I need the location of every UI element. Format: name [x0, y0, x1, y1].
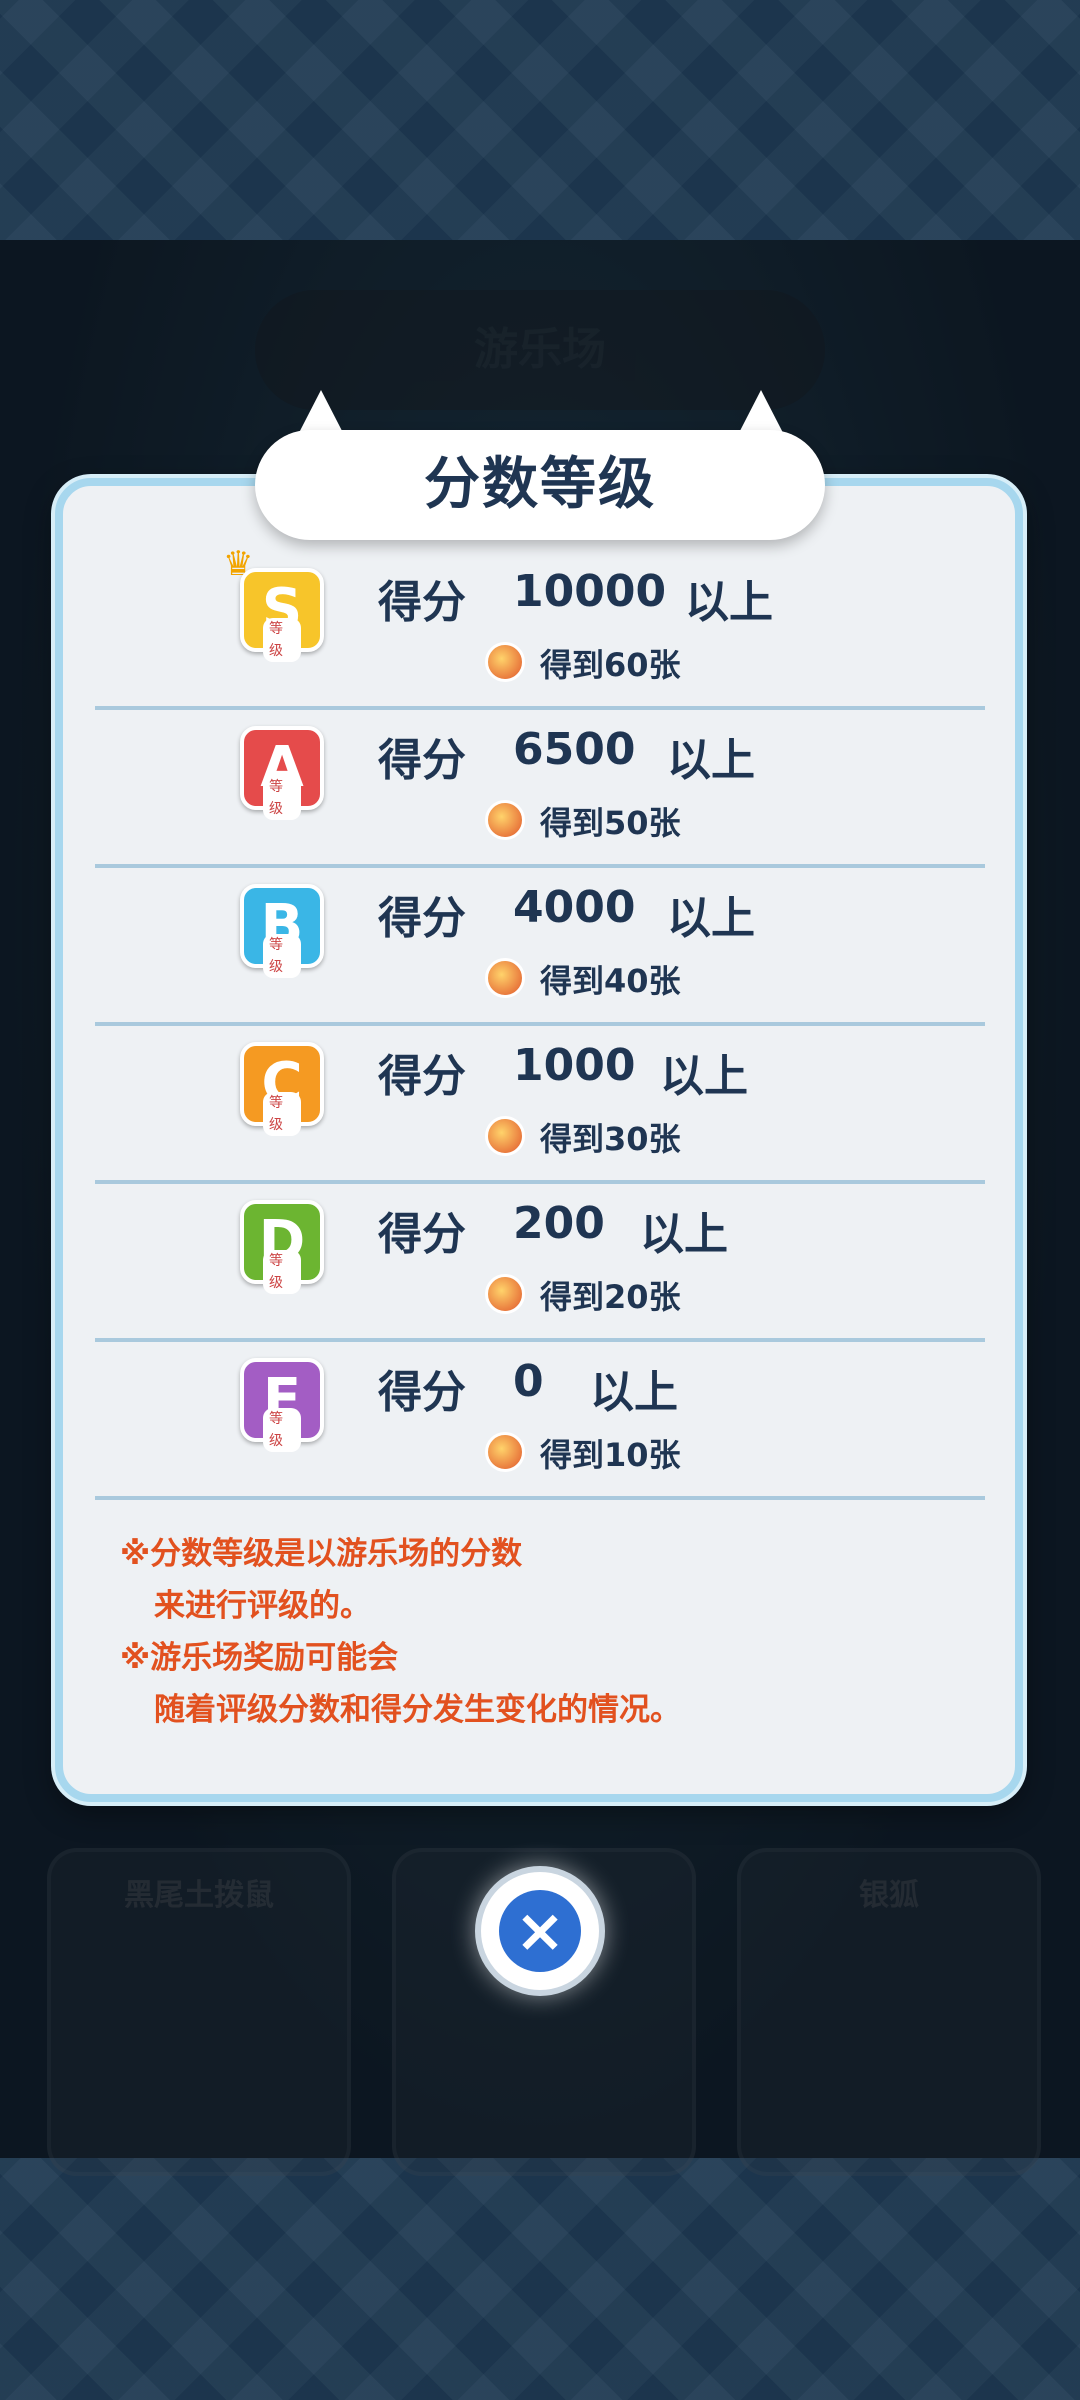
grade-tag: 等级 [263, 618, 301, 662]
grade-row-d: D 等级 得分 200 以上 得到20张 [95, 1180, 985, 1342]
score-threshold: 200 [513, 1198, 605, 1249]
grade-row-c: C 等级 得分 1000 以上 得到30张 [95, 1022, 985, 1184]
score-suffix: 以上 [660, 1051, 748, 1102]
grade-row-a: A 等级 得分 6500 以上 得到50张 [95, 706, 985, 868]
score-threshold: 4000 [513, 882, 636, 933]
note-line: ※分数等级是以游乐场的分数 [120, 1536, 523, 1572]
grade-badge-c: C 等级 [240, 1042, 324, 1136]
close-button[interactable]: × [475, 1866, 605, 1996]
modal-title: 分数等级 [424, 452, 656, 517]
grade-tag: 等级 [263, 776, 301, 820]
reward-text: 得到20张 [540, 1278, 681, 1316]
grade-notes: ※分数等级是以游乐场的分数 来进行评级的。 ※游乐场奖励可能会 随着评级分数和得… [120, 1528, 940, 1736]
note-line: 来进行评级的。 [154, 1588, 371, 1624]
reward-text: 得到50张 [540, 804, 681, 842]
grade-tag: 等级 [263, 1250, 301, 1294]
grade-badge-e: E 等级 [240, 1358, 324, 1452]
grade-row-s: ♛ S 等级 得分 10000 以上 得到60张 [95, 544, 985, 710]
reward-text: 得到40张 [540, 962, 681, 1000]
score-threshold: 6500 [513, 724, 636, 775]
score-threshold: 10000 [513, 566, 667, 617]
ticket-icon [485, 958, 525, 998]
reward-text: 得到30张 [540, 1120, 681, 1158]
grade-row-b: B 等级 得分 4000 以上 得到40张 [95, 864, 985, 1026]
reward-text: 得到60张 [540, 646, 681, 684]
score-threshold: 0 [513, 1356, 544, 1407]
score-suffix: 以上 [667, 735, 755, 786]
close-icon[interactable]: × [499, 1890, 581, 1972]
score-label: 得分 [378, 893, 466, 944]
grade-row-e: E 等级 得分 0 以上 得到10张 [95, 1338, 985, 1500]
score-suffix: 以上 [590, 1367, 678, 1418]
grade-tag: 等级 [263, 1408, 301, 1452]
score-label: 得分 [378, 1051, 466, 1102]
note-line: ※游乐场奖励可能会 [120, 1640, 399, 1676]
score-label: 得分 [378, 1367, 466, 1418]
ticket-icon [485, 1432, 525, 1472]
score-suffix: 以上 [685, 577, 773, 628]
ticket-icon [485, 1116, 525, 1156]
ticket-icon [485, 1274, 525, 1314]
score-label: 得分 [378, 735, 466, 786]
score-label: 得分 [378, 1209, 466, 1260]
score-suffix: 以上 [667, 893, 755, 944]
score-threshold: 1000 [513, 1040, 636, 1091]
ticket-icon [485, 642, 525, 682]
score-suffix: 以上 [640, 1209, 728, 1260]
grade-tag: 等级 [263, 1092, 301, 1136]
grade-tag: 等级 [263, 934, 301, 978]
score-label: 得分 [378, 577, 466, 628]
grade-badge-b: B 等级 [240, 884, 324, 978]
reward-text: 得到10张 [540, 1436, 681, 1474]
ticket-icon [485, 800, 525, 840]
note-line: 随着评级分数和得分发生变化的情况。 [154, 1692, 681, 1728]
grade-badge-d: D 等级 [240, 1200, 324, 1294]
grade-badge-a: A 等级 [240, 726, 324, 820]
grade-badge-s: S 等级 [240, 568, 324, 662]
